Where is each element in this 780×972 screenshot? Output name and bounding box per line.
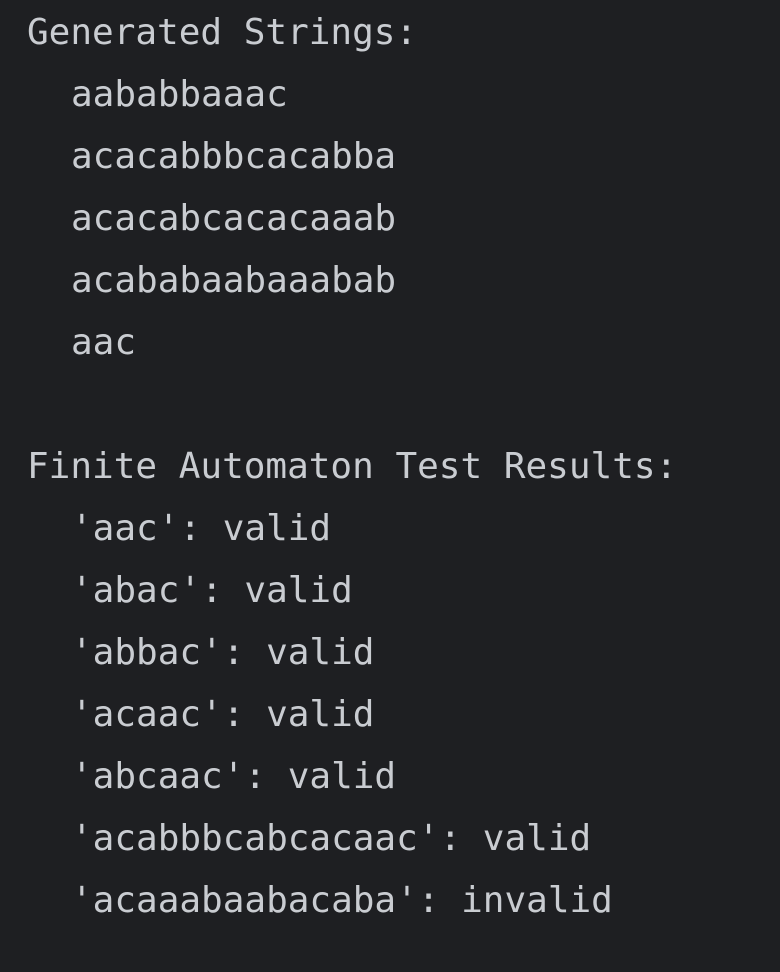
console-output: Generated Strings: aababbaaac acacabbbca… [0, 0, 780, 972]
generated-strings-header: Generated Strings: [27, 12, 418, 53]
test-result: 'acaaabaabacaba': invalid [71, 880, 613, 921]
test-result: 'aac': valid [71, 508, 332, 549]
test-result: 'abbac': valid [71, 632, 375, 673]
test-result: 'acabbbcabcacaac': valid [71, 818, 592, 859]
generated-string: acacabcacacaaab [71, 198, 397, 239]
generated-string: acacabbbcacabba [71, 136, 397, 177]
generated-string: acababaabaaabab [71, 260, 397, 301]
test-result: 'abcaac': valid [71, 756, 397, 797]
generated-string: aac [71, 322, 137, 363]
test-result: 'acaac': valid [71, 694, 375, 735]
test-result: 'abac': valid [71, 570, 353, 611]
generated-string: aababbaaac [71, 74, 288, 115]
test-results-header: Finite Automaton Test Results: [27, 446, 678, 487]
